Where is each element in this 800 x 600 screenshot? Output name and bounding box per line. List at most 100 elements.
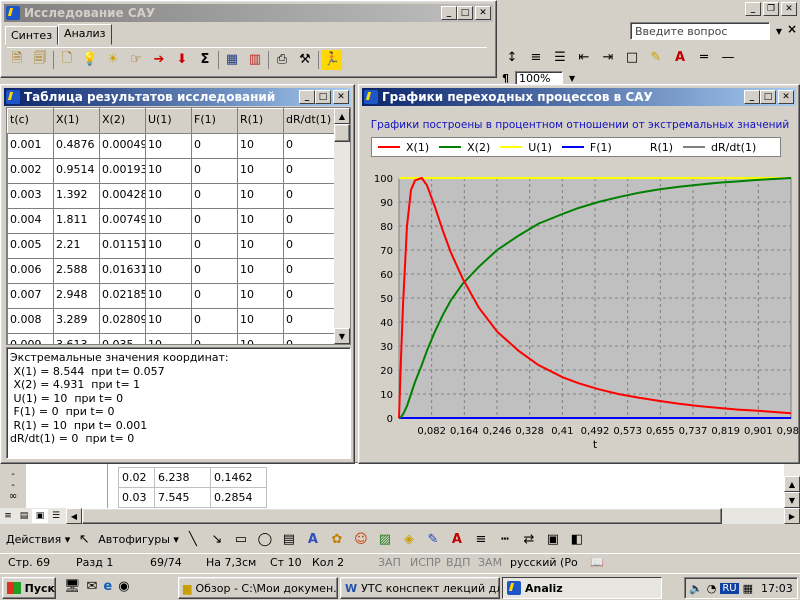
table-cell[interactable]: 0.00749 — [99, 208, 146, 234]
start-button[interactable]: Пуск — [2, 577, 56, 599]
table-cell[interactable]: 0 — [283, 233, 337, 259]
shadow-icon[interactable]: ▣ — [543, 529, 563, 549]
maximize-button[interactable]: □ — [760, 90, 776, 104]
media-icon[interactable]: ◉ — [118, 579, 129, 594]
table-cell[interactable]: 10 — [145, 233, 192, 259]
doc-vertical-scrollbar[interactable]: ▲ ▼ — [784, 462, 800, 508]
taskbar-button-analiz[interactable]: Analiz — [502, 577, 662, 599]
language-indicator[interactable]: RU — [720, 582, 739, 594]
research-window-titlebar[interactable]: Исследование САУ _ □ ✕ — [4, 4, 493, 22]
table-cell[interactable]: 3.613 — [53, 333, 100, 344]
decrease-indent-icon[interactable]: ⇤ — [574, 47, 594, 67]
close-button[interactable]: ✕ — [333, 90, 349, 104]
table-cell[interactable]: 10 — [237, 158, 284, 184]
results-vscroll[interactable]: ▲ ▼ — [334, 108, 350, 344]
select-objects-icon[interactable]: ↖ — [74, 529, 94, 549]
table-cell[interactable]: 0.00193 — [99, 158, 146, 184]
table-cell[interactable]: 10 — [145, 333, 192, 344]
outline-view-icon[interactable]: ☰ — [48, 509, 64, 523]
scroll-thumb[interactable] — [334, 124, 350, 142]
tools-icon[interactable]: ⚒ — [295, 50, 315, 70]
table-row[interactable]: 0.003 1.392 0.00428 10 0 10 0 — [7, 183, 337, 209]
hscroll-thumb[interactable] — [82, 508, 722, 524]
column-header[interactable]: F(1) — [191, 108, 238, 134]
line-color-icon[interactable]: ✎ — [423, 529, 443, 549]
scroll-up-icon[interactable]: ▲ — [334, 108, 350, 124]
table-row[interactable]: 0.004 1.811 0.00749 10 0 10 0 — [7, 208, 337, 234]
table-cell[interactable]: 0.4876 — [53, 133, 100, 159]
column-header[interactable]: X(1) — [53, 108, 100, 134]
table-cell[interactable]: 10 — [237, 283, 284, 309]
table-cell[interactable]: 10 — [237, 208, 284, 234]
border-icon[interactable]: □ — [622, 47, 642, 67]
table-cell[interactable]: 0.002 — [7, 158, 54, 184]
status-rec[interactable]: ЗАП — [378, 554, 401, 572]
table-cell[interactable]: 1.811 — [53, 208, 100, 234]
table-cell[interactable]: 0 — [191, 133, 238, 159]
new-doc-icon[interactable]: 🗋 — [57, 50, 77, 70]
scroll-down-icon[interactable]: ▼ — [334, 328, 350, 344]
minimize-button[interactable]: _ — [441, 6, 457, 20]
hand-point-icon[interactable]: ☞ — [126, 50, 146, 70]
outlook-icon[interactable]: ✉ — [87, 579, 98, 594]
table-cell[interactable]: 0 — [283, 133, 337, 159]
wordart-icon[interactable]: A — [303, 529, 323, 549]
column-header[interactable]: X(2) — [99, 108, 146, 134]
line-spacing-icon[interactable]: ↕ — [502, 47, 522, 67]
table-cell[interactable]: 0 — [283, 208, 337, 234]
status-extend[interactable]: ВДП — [446, 554, 470, 572]
table-row[interactable]: 0.007 2.948 0.02185 10 0 10 0 — [7, 283, 337, 309]
open-doc-icon[interactable]: 🗎 — [7, 50, 27, 70]
table-cell[interactable]: 10 — [237, 308, 284, 334]
help-search-input[interactable]: Введите вопрос — [630, 22, 770, 40]
dash-style-icon[interactable]: — — [718, 47, 738, 67]
table-cell[interactable]: 0 — [191, 333, 238, 344]
zoom-dropdown-icon[interactable]: ▼ — [569, 74, 575, 83]
diagram-icon[interactable]: ✿ — [327, 529, 347, 549]
table-cell[interactable]: 10 — [237, 258, 284, 284]
table-cell[interactable]: 0.00428 — [99, 183, 146, 209]
table-cell[interactable]: 0.009 — [7, 333, 54, 344]
table-cell[interactable]: 2.948 — [53, 283, 100, 309]
volume-icon[interactable]: 🔈 — [689, 582, 703, 595]
status-track[interactable]: ИСПР — [410, 554, 441, 572]
close-button[interactable]: ✕ — [778, 90, 794, 104]
table-row[interactable]: 0.006 2.588 0.01631 10 0 10 0 — [7, 258, 337, 284]
table-cell[interactable]: 0.01631 — [99, 258, 146, 284]
table-cell[interactable]: 0.006 — [7, 258, 54, 284]
print-view-icon[interactable]: ▣ — [32, 509, 48, 523]
table-row[interactable]: 0.009 3.613 0.035 10 0 10 0 — [7, 333, 337, 344]
3d-icon[interactable]: ◧ — [567, 529, 587, 549]
table-cell[interactable]: 0.02185 — [99, 283, 146, 309]
textbox-tool-icon[interactable]: ▤ — [279, 529, 299, 549]
table-cell[interactable]: 2.21 — [53, 233, 100, 259]
print-icon[interactable]: ⎙ — [272, 50, 292, 70]
table-cell[interactable]: 10 — [145, 183, 192, 209]
table-cell[interactable]: 10 — [145, 283, 192, 309]
table-cell[interactable]: 0.001 — [7, 133, 54, 159]
doc-hscroll-bar[interactable]: ≡ ▤ ▣ ☰ ◀ ▶ — [0, 508, 800, 524]
word-minimize-button[interactable]: _ — [745, 2, 761, 16]
table-row[interactable]: 0.008 3.289 0.02809 10 0 10 0 — [7, 308, 337, 334]
sigma-icon[interactable]: Σ — [195, 50, 215, 70]
clipart-icon[interactable]: ☺ — [351, 529, 371, 549]
table-icon[interactable]: ▦ — [222, 50, 242, 70]
copy-doc-icon[interactable]: 🗐 — [30, 50, 50, 70]
table-cell[interactable]: 0.9514 — [53, 158, 100, 184]
close-doc-icon[interactable]: × — [787, 22, 799, 40]
table-cell[interactable]: 0.008 — [7, 308, 54, 334]
line-style-icon[interactable]: ═ — [694, 47, 714, 67]
paragraph-mark-icon[interactable]: ¶ — [502, 72, 509, 85]
table-cell[interactable]: 0 — [283, 158, 337, 184]
table-cell[interactable]: 3.289 — [53, 308, 100, 334]
show-desktop-icon[interactable]: 🖥 — [64, 579, 81, 594]
table-cell[interactable]: 0 — [283, 183, 337, 209]
draw-dash-style-icon[interactable]: ┅ — [495, 529, 515, 549]
table-cell[interactable]: 0 — [191, 183, 238, 209]
arrow-tool-icon[interactable]: ↘ — [207, 529, 227, 549]
exit-run-icon[interactable]: 🏃 — [322, 49, 342, 70]
table-cell[interactable]: 0 — [191, 258, 238, 284]
table-cell[interactable]: 10 — [145, 208, 192, 234]
table-cell[interactable]: 0.02809 — [99, 308, 146, 334]
clock-sync-icon[interactable]: ◔ — [707, 582, 717, 595]
